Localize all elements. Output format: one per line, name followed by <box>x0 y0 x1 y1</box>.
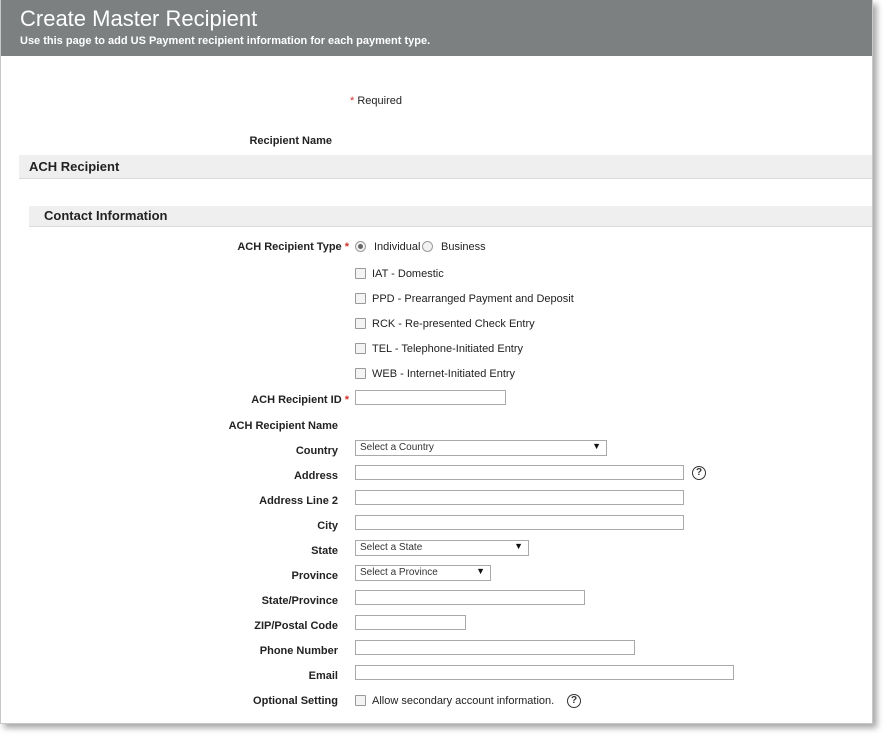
page-subtitle: Use this page to add US Payment recipien… <box>20 35 431 47</box>
address-line-2-input[interactable] <box>355 490 684 505</box>
country-label: Country <box>295 445 338 457</box>
help-icon[interactable]: ? <box>567 694 581 708</box>
help-icon[interactable]: ? <box>692 466 706 480</box>
required-asterisk: * <box>350 95 355 107</box>
business-radio[interactable] <box>422 241 433 252</box>
secondary-account-label: Allow secondary account information. <box>372 695 555 707</box>
tel-checkbox[interactable] <box>355 343 366 354</box>
phone-number-label: Phone Number <box>259 645 338 657</box>
address-input[interactable] <box>355 465 684 480</box>
ach-recipient-section: ACH Recipient <box>19 155 872 179</box>
ach-recipient-type-label: ACH Recipient Type * <box>237 241 349 253</box>
tel-label: TEL - Telephone-Initiated Entry <box>372 343 524 355</box>
business-label: Business <box>441 241 486 253</box>
optional-setting-label: Optional Setting <box>253 695 338 707</box>
state-province-input[interactable] <box>355 590 585 605</box>
ach-recipient-id-label: ACH Recipient ID * <box>251 394 349 406</box>
dropdown-arrow-icon: ▼ <box>514 541 523 551</box>
dropdown-arrow-icon: ▼ <box>476 566 485 576</box>
ppd-label: PPD - Prearranged Payment and Deposit <box>372 293 574 305</box>
state-province-label: State/Province <box>261 595 338 607</box>
radio-selected-dot <box>358 244 363 249</box>
ach-recipient-name-label: ACH Recipient Name <box>228 420 338 432</box>
phone-number-input[interactable] <box>355 640 635 655</box>
recipient-name-label: Recipient Name <box>249 135 332 147</box>
required-asterisk: * <box>344 241 349 253</box>
contact-information-section: Contact Information <box>29 206 872 227</box>
ach-recipient-id-input[interactable] <box>355 390 506 405</box>
zip-postal-code-label: ZIP/Postal Code <box>254 620 338 632</box>
required-note: * Required <box>350 95 402 107</box>
iat-checkbox[interactable] <box>355 268 366 279</box>
ppd-checkbox[interactable] <box>355 293 366 304</box>
state-select[interactable]: Select a State ▼ <box>355 540 529 556</box>
ach-recipient-id-text: ACH Recipient ID <box>251 394 342 406</box>
required-asterisk: * <box>344 394 349 406</box>
ach-recipient-type-text: ACH Recipient Type <box>237 241 342 253</box>
rck-checkbox[interactable] <box>355 318 366 329</box>
secondary-account-checkbox[interactable] <box>355 695 366 706</box>
zip-postal-code-input[interactable] <box>355 615 466 630</box>
iat-label: IAT - Domestic <box>372 268 444 280</box>
address-label: Address <box>293 470 338 482</box>
city-input[interactable] <box>355 515 684 530</box>
individual-label: Individual <box>374 241 421 253</box>
province-label: Province <box>291 570 338 582</box>
web-label: WEB - Internet-Initiated Entry <box>372 368 516 380</box>
page-header: Create Master Recipient Use this page to… <box>1 0 872 56</box>
province-selected-value: Select a Province <box>360 567 438 578</box>
web-checkbox[interactable] <box>355 368 366 379</box>
individual-radio[interactable] <box>355 241 366 252</box>
address-line-2-label: Address Line 2 <box>259 495 338 507</box>
contact-information-heading: Contact Information <box>44 208 168 223</box>
email-label: Email <box>308 670 338 682</box>
country-select[interactable]: Select a Country ▼ <box>355 440 607 456</box>
email-input[interactable] <box>355 665 734 680</box>
required-text: Required <box>357 95 402 107</box>
state-label: State <box>311 545 338 557</box>
page-frame: Create Master Recipient Use this page to… <box>0 0 873 724</box>
ach-recipient-heading: ACH Recipient <box>29 159 120 174</box>
page-title: Create Master Recipient <box>20 6 258 31</box>
province-select[interactable]: Select a Province ▼ <box>355 565 491 581</box>
dropdown-arrow-icon: ▼ <box>592 441 601 451</box>
state-selected-value: Select a State <box>360 542 423 553</box>
city-label: City <box>317 520 338 532</box>
country-selected-value: Select a Country <box>360 442 434 453</box>
rck-label: RCK - Re-presented Check Entry <box>372 318 535 330</box>
